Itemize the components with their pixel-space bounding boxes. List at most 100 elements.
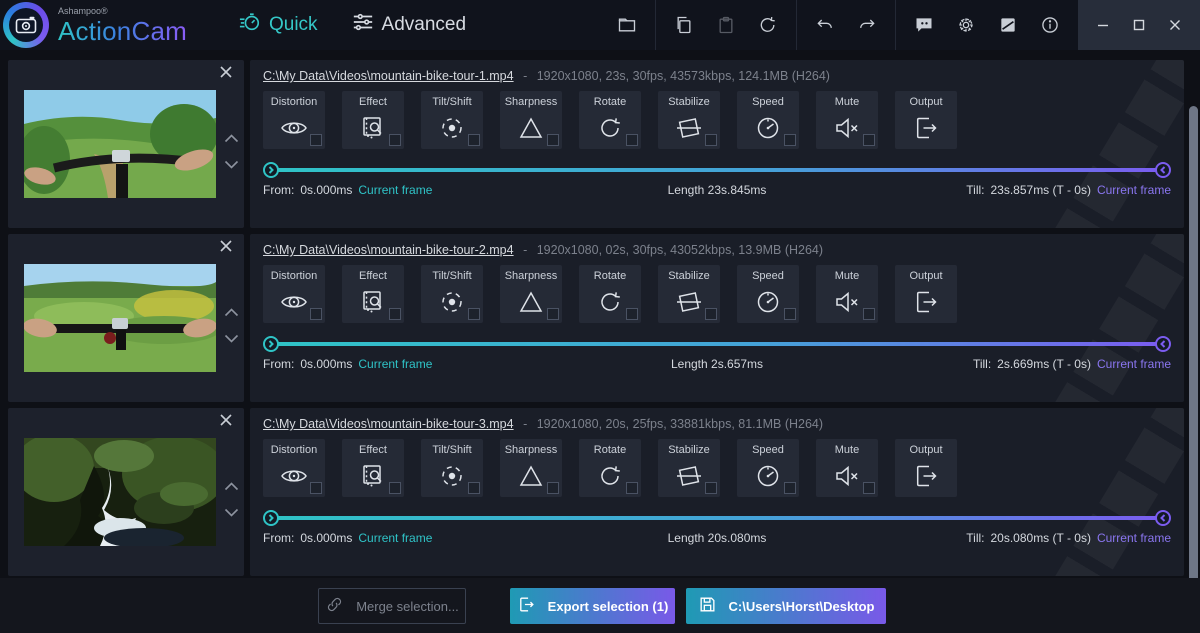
tool-button-mute[interactable]: Mute: [816, 439, 878, 497]
till-current-frame-link[interactable]: Current frame: [1097, 531, 1171, 545]
clip-file-path-link[interactable]: C:\My Data\Videos\mountain-bike-tour-1.m…: [263, 69, 514, 83]
settings-gear-icon[interactable]: [956, 15, 976, 35]
tool-checkbox[interactable]: [547, 482, 559, 494]
move-down-icon[interactable]: [224, 504, 239, 522]
tool-button-stabilize[interactable]: Stabilize: [658, 265, 720, 323]
tool-checkbox[interactable]: [626, 482, 638, 494]
tool-checkbox[interactable]: [547, 134, 559, 146]
maximize-icon[interactable]: [1126, 12, 1152, 38]
remove-clip-icon[interactable]: [219, 413, 235, 429]
tool-checkbox[interactable]: [468, 134, 480, 146]
remove-clip-icon[interactable]: [219, 239, 235, 255]
move-up-icon[interactable]: [224, 304, 239, 322]
tool-checkbox[interactable]: [705, 482, 717, 494]
video-thumbnail[interactable]: [24, 264, 216, 372]
tool-button-effect[interactable]: Effect: [342, 439, 404, 497]
tool-checkbox[interactable]: [389, 308, 401, 320]
tool-checkbox[interactable]: [784, 482, 796, 494]
till-current-frame-link[interactable]: Current frame: [1097, 183, 1171, 197]
move-down-icon[interactable]: [224, 330, 239, 348]
tool-button-mute[interactable]: Mute: [816, 265, 878, 323]
undo-icon[interactable]: [815, 15, 835, 35]
move-up-icon[interactable]: [224, 130, 239, 148]
close-icon[interactable]: [1162, 12, 1188, 38]
output-path-button[interactable]: C:\Users\Horst\Desktop: [686, 588, 886, 624]
export-selection-button[interactable]: Export selection (1): [510, 588, 675, 624]
from-current-frame-link[interactable]: Current frame: [358, 183, 432, 197]
tool-checkbox[interactable]: [310, 482, 322, 494]
trim-start-handle[interactable]: [263, 336, 279, 352]
tool-button-distortion[interactable]: Distortion: [263, 91, 325, 149]
vertical-scrollbar[interactable]: [1189, 106, 1198, 623]
trim-start-handle[interactable]: [263, 162, 279, 178]
tool-checkbox[interactable]: [784, 134, 796, 146]
tab-quick[interactable]: Quick: [239, 11, 318, 39]
tool-checkbox[interactable]: [705, 134, 717, 146]
tool-checkbox[interactable]: [784, 308, 796, 320]
tool-button-rotate[interactable]: Rotate: [579, 265, 641, 323]
redo-icon[interactable]: [857, 15, 877, 35]
tool-button-tilt-shift[interactable]: Tilt/Shift: [421, 265, 483, 323]
tool-button-tilt-shift[interactable]: Tilt/Shift: [421, 91, 483, 149]
tool-button-output[interactable]: Output: [895, 439, 957, 497]
info-icon[interactable]: [1040, 15, 1060, 35]
from-current-frame-link[interactable]: Current frame: [358, 357, 432, 371]
tool-checkbox[interactable]: [863, 134, 875, 146]
tool-checkbox[interactable]: [626, 134, 638, 146]
clip-file-path-link[interactable]: C:\My Data\Videos\mountain-bike-tour-2.m…: [263, 243, 514, 257]
tool-checkbox[interactable]: [863, 482, 875, 494]
tool-button-distortion[interactable]: Distortion: [263, 439, 325, 497]
till-current-frame-link[interactable]: Current frame: [1097, 357, 1171, 371]
tool-button-effect[interactable]: Effect: [342, 265, 404, 323]
tool-button-sharpness[interactable]: Sharpness: [500, 91, 562, 149]
minimize-icon[interactable]: [1090, 12, 1116, 38]
merge-selection-button[interactable]: Merge selection...: [318, 588, 466, 624]
tool-checkbox[interactable]: [547, 308, 559, 320]
tool-checkbox[interactable]: [389, 482, 401, 494]
tool-button-stabilize[interactable]: Stabilize: [658, 439, 720, 497]
move-down-icon[interactable]: [224, 156, 239, 174]
tool-button-distortion[interactable]: Distortion: [263, 265, 325, 323]
tool-button-output[interactable]: Output: [895, 265, 957, 323]
copy-icon[interactable]: [674, 15, 694, 35]
trim-slider-track[interactable]: [266, 516, 1168, 520]
tool-button-sharpness[interactable]: Sharpness: [500, 439, 562, 497]
trim-slider-track[interactable]: [266, 342, 1168, 346]
tool-button-stabilize[interactable]: Stabilize: [658, 91, 720, 149]
tab-advanced[interactable]: Advanced: [352, 11, 467, 39]
trim-start-handle[interactable]: [263, 510, 279, 526]
tool-checkbox[interactable]: [705, 308, 717, 320]
tool-button-mute[interactable]: Mute: [816, 91, 878, 149]
from-current-frame-link[interactable]: Current frame: [358, 531, 432, 545]
tool-checkbox[interactable]: [863, 308, 875, 320]
tool-button-speed[interactable]: Speed: [737, 439, 799, 497]
video-thumbnail[interactable]: [24, 438, 216, 546]
feedback-icon[interactable]: [914, 15, 934, 35]
tool-button-rotate[interactable]: Rotate: [579, 439, 641, 497]
theme-icon[interactable]: [998, 15, 1018, 35]
tool-button-speed[interactable]: Speed: [737, 265, 799, 323]
remove-clip-icon[interactable]: [219, 65, 235, 81]
trim-end-handle[interactable]: [1155, 336, 1171, 352]
tool-checkbox[interactable]: [468, 482, 480, 494]
video-thumbnail[interactable]: [24, 90, 216, 198]
tool-checkbox[interactable]: [626, 308, 638, 320]
tool-button-speed[interactable]: Speed: [737, 91, 799, 149]
trim-slider-track[interactable]: [266, 168, 1168, 172]
tool-button-tilt-shift[interactable]: Tilt/Shift: [421, 439, 483, 497]
tool-checkbox[interactable]: [310, 134, 322, 146]
move-up-icon[interactable]: [224, 478, 239, 496]
tool-button-effect[interactable]: Effect: [342, 91, 404, 149]
tool-button-output[interactable]: Output: [895, 91, 957, 149]
trim-end-handle[interactable]: [1155, 162, 1171, 178]
paste-icon[interactable]: [716, 15, 736, 35]
tool-checkbox[interactable]: [310, 308, 322, 320]
trim-end-handle[interactable]: [1155, 510, 1171, 526]
tool-button-sharpness[interactable]: Sharpness: [500, 265, 562, 323]
clip-file-path-link[interactable]: C:\My Data\Videos\mountain-bike-tour-3.m…: [263, 417, 514, 431]
reset-icon[interactable]: [758, 15, 778, 35]
tool-checkbox[interactable]: [389, 134, 401, 146]
open-folder-icon[interactable]: [617, 15, 637, 35]
tool-button-rotate[interactable]: Rotate: [579, 91, 641, 149]
tool-checkbox[interactable]: [468, 308, 480, 320]
